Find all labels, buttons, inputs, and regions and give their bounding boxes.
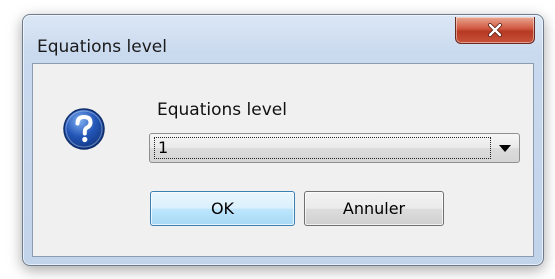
focus-rectangle [154, 137, 491, 159]
equations-level-label: Equations level [157, 100, 287, 120]
question-icon [62, 107, 106, 151]
chevron-down-icon[interactable] [499, 145, 511, 152]
equations-level-select[interactable]: 1 [149, 133, 520, 163]
ok-button[interactable]: OK [150, 191, 295, 226]
window-title: Equations level [37, 37, 167, 57]
screen: Equations level Equations level 1 OK Ann… [0, 0, 555, 279]
close-icon [487, 23, 503, 37]
cancel-button[interactable]: Annuler [304, 191, 444, 226]
dialog-window: Equations level Equations level 1 OK Ann… [22, 14, 544, 266]
close-button[interactable] [455, 17, 535, 44]
dialog-body: Equations level 1 OK Annuler [32, 63, 534, 257]
selected-value: 1 [158, 138, 169, 157]
title-bar[interactable]: Equations level [23, 15, 543, 63]
